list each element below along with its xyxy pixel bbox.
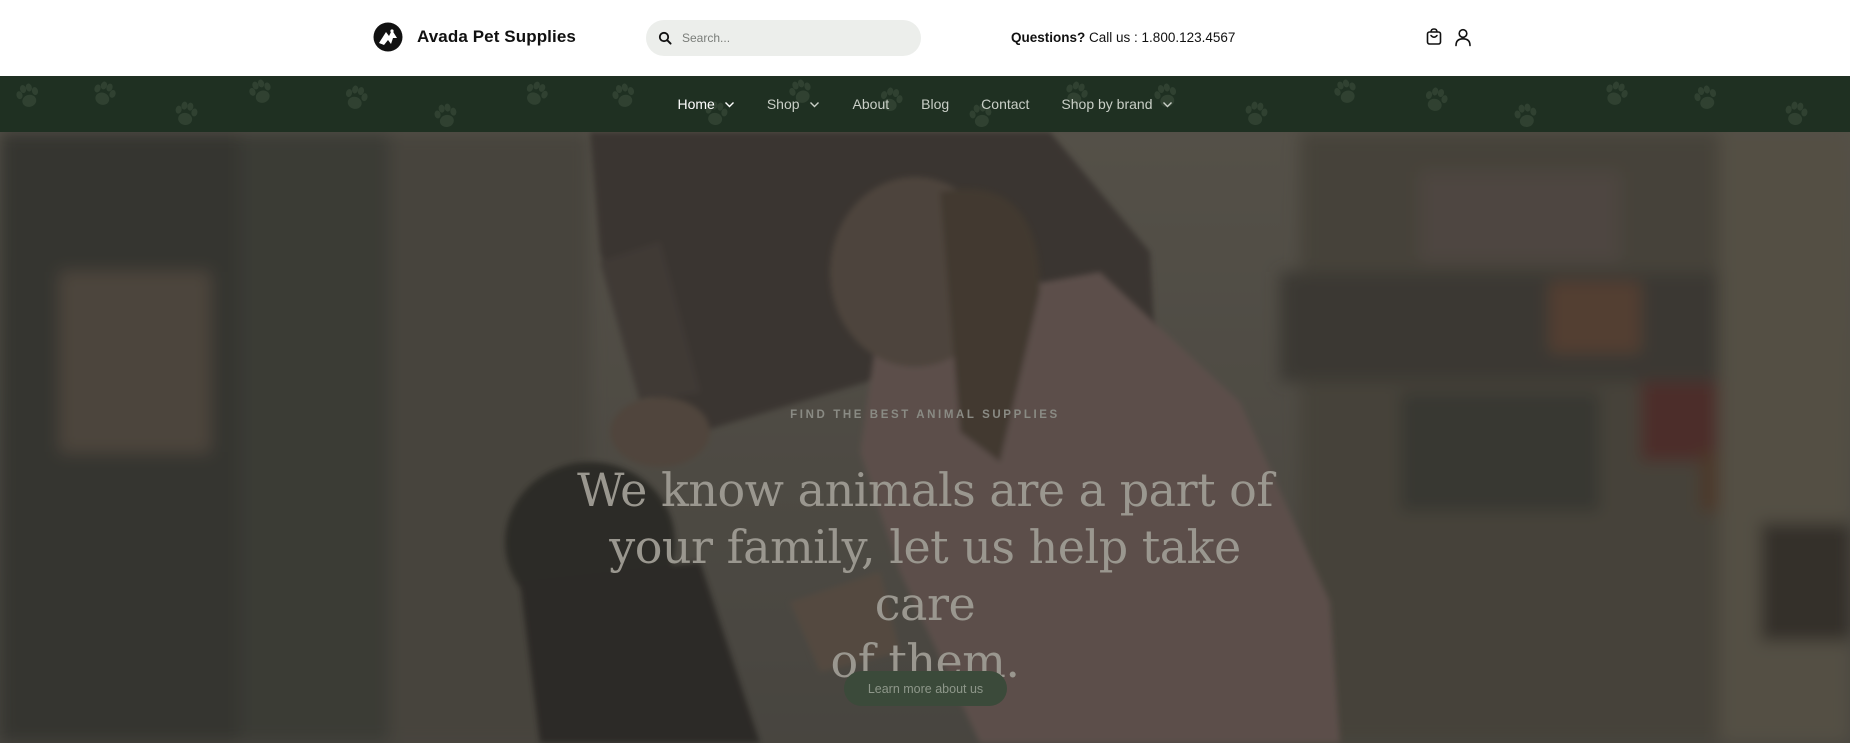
hero-eyebrow: FIND THE BEST ANIMAL SUPPLIES (790, 409, 1060, 421)
nav-item-shop[interactable]: Shop (767, 96, 820, 112)
nav-item-label: Home (677, 96, 715, 112)
nav-item-blog[interactable]: Blog (921, 96, 949, 112)
main-nav: Home Shop About Blog Contact Shop by bra… (0, 76, 1850, 132)
learn-more-button[interactable]: Learn more about us (844, 671, 1007, 706)
brand-name: Avada Pet Supplies (417, 27, 576, 46)
chevron-down-icon (1162, 101, 1172, 107)
search-icon[interactable] (658, 31, 672, 45)
chevron-down-icon (809, 101, 819, 107)
hero-headline-line: We know animals are a part of (577, 463, 1273, 517)
nav-item-label: Contact (981, 96, 1030, 112)
user-icon[interactable] (1453, 27, 1473, 47)
contact-phone: Questions? Call us : 1.800.123.4567 (1011, 30, 1235, 45)
bird-logo-icon (373, 22, 403, 52)
top-header: Avada Pet Supplies Questions? Call us : … (0, 0, 1850, 76)
nav-item-label: Shop by brand (1061, 96, 1153, 112)
nav-item-about[interactable]: About (853, 96, 890, 112)
hero-content: FIND THE BEST ANIMAL SUPPLIES We know an… (0, 132, 1850, 743)
chevron-down-icon (724, 101, 734, 107)
brand-logo-link[interactable]: Avada Pet Supplies (373, 22, 576, 52)
hero-section: FIND THE BEST ANIMAL SUPPLIES We know an… (0, 132, 1850, 743)
hero-headline-line: your family, let us help take care (609, 520, 1241, 631)
shopping-bag-icon[interactable] (1424, 27, 1444, 47)
nav-item-shop-by-brand[interactable]: Shop by brand (1061, 96, 1172, 112)
nav-item-label: Blog (921, 96, 950, 112)
nav-item-contact[interactable]: Contact (981, 96, 1029, 112)
search-input[interactable] (682, 31, 902, 45)
hero-headline: We know animals are a part of your famil… (560, 462, 1290, 690)
contact-text: Call us : 1.800.123.4567 (1089, 30, 1236, 45)
contact-lead: Questions? (1011, 30, 1086, 45)
nav-menu: Home Shop About Blog Contact Shop by bra… (0, 76, 1850, 132)
nav-item-label: Shop (766, 96, 800, 112)
search-box[interactable] (646, 20, 921, 56)
nav-item-label: About (852, 96, 890, 112)
nav-item-home[interactable]: Home (677, 96, 734, 112)
